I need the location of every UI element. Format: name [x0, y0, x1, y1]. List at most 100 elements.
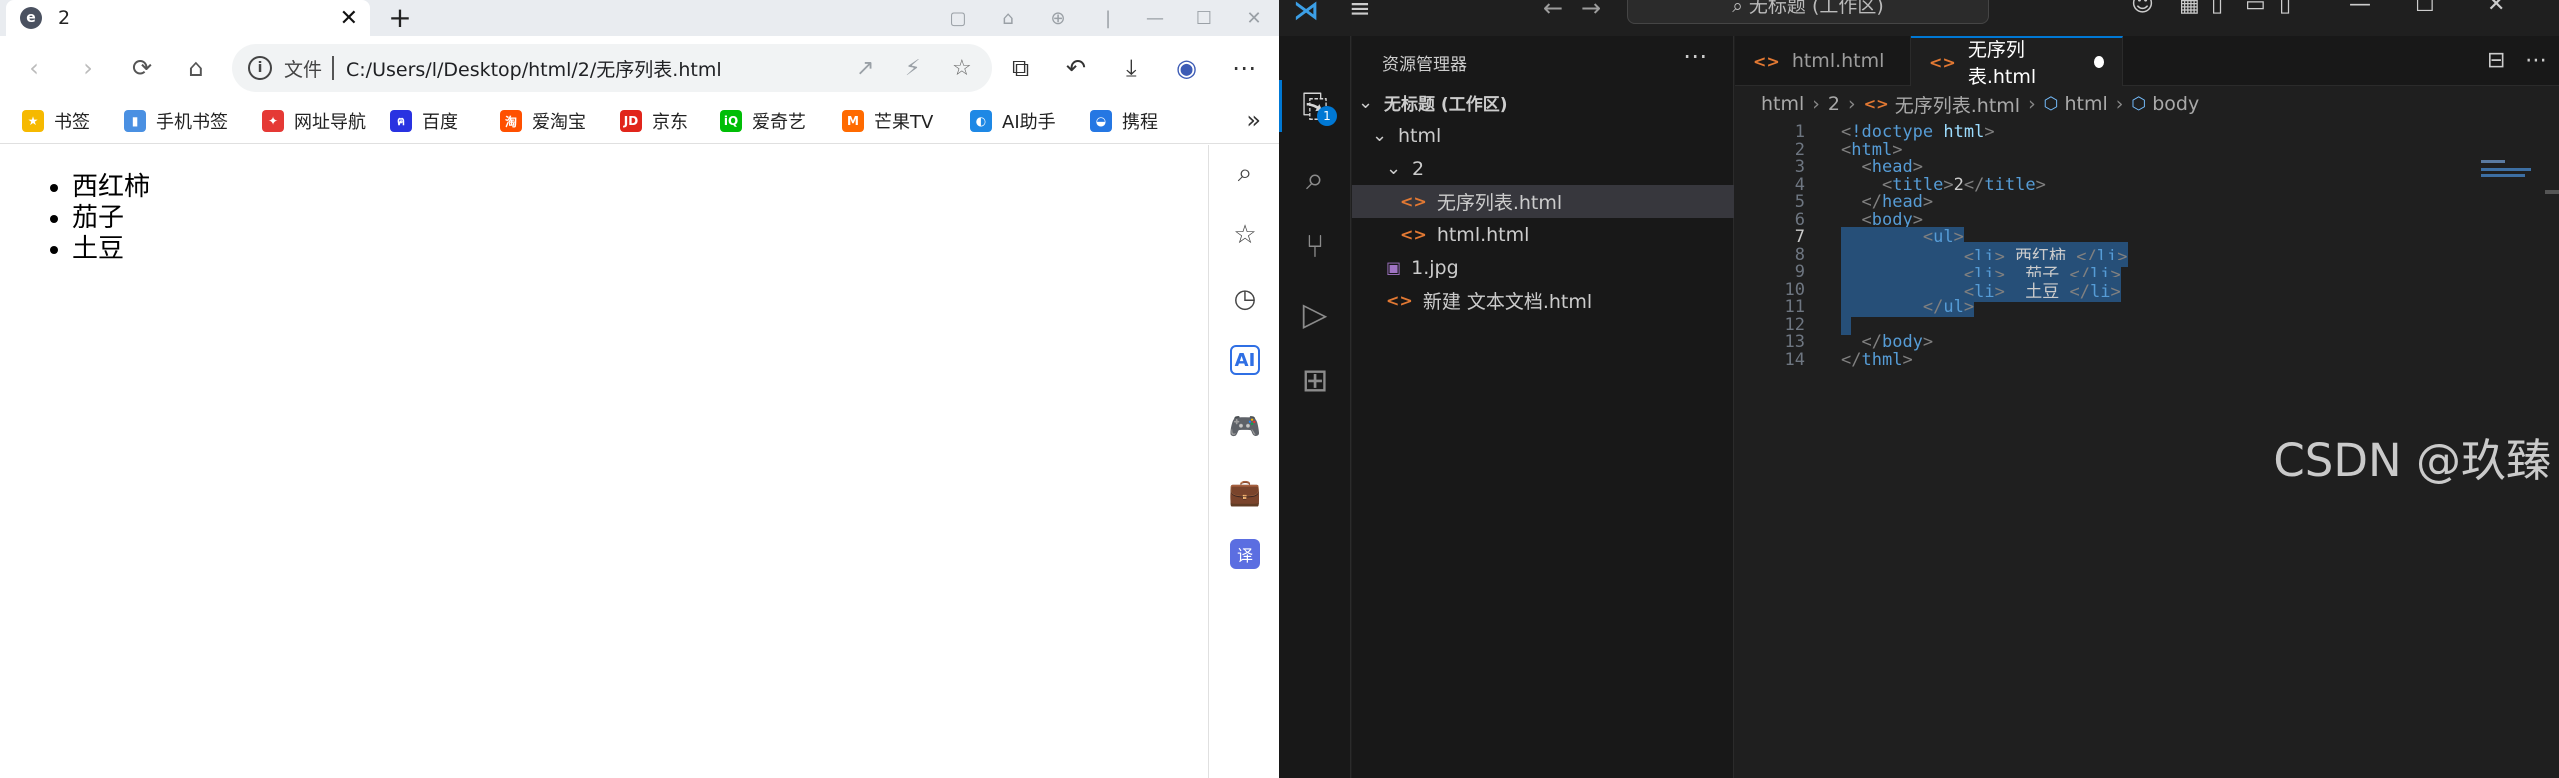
- extensions-icon[interactable]: ⊞: [1293, 358, 1337, 402]
- avatar[interactable]: ◉: [1176, 54, 1197, 82]
- tab-close-icon[interactable]: ✕: [340, 6, 358, 31]
- url-text[interactable]: C:/Users/l/Desktop/html/2/无序列表.html: [346, 55, 722, 82]
- close-window-button[interactable]: ✕: [1234, 0, 1274, 36]
- tree-item[interactable]: ⌄ 2: [1352, 152, 1734, 185]
- editor-more-icon[interactable]: ⋯: [2525, 48, 2547, 73]
- minimize-button[interactable]: —: [2349, 0, 2371, 17]
- list-item: 茄子: [72, 202, 150, 233]
- copilot-icon[interactable]: ☺: [2131, 0, 2154, 17]
- extensions-icon[interactable]: ⧉: [1012, 54, 1029, 82]
- tree-item[interactable]: <> 无序列表.html: [1352, 185, 1734, 218]
- breadcrumb-item[interactable]: 无序列表.html: [1895, 91, 2020, 118]
- share-icon[interactable]: ↗: [856, 56, 874, 81]
- tab-html-html[interactable]: <> html.html: [1735, 36, 1911, 86]
- breadcrumb-item[interactable]: html: [1761, 93, 1804, 115]
- bookmark-item[interactable]: 淘爱淘宝: [500, 108, 586, 134]
- extension-icon[interactable]: ⊕: [1038, 0, 1078, 36]
- bookmark-icon: ▮: [124, 110, 146, 132]
- nav-back-icon[interactable]: ←: [1543, 0, 1563, 22]
- undo-icon[interactable]: ↶: [1066, 54, 1086, 82]
- divider: |: [1104, 7, 1112, 29]
- back-button[interactable]: ‹: [16, 50, 52, 86]
- tree-item[interactable]: ⌄ html: [1352, 119, 1734, 152]
- home-button[interactable]: ⌂: [178, 50, 214, 86]
- bookmark-label: 携程: [1122, 112, 1158, 133]
- ai-icon[interactable]: AI: [1230, 345, 1260, 375]
- source-control-icon[interactable]: ⑂: [1293, 224, 1337, 268]
- tree-item[interactable]: <> html.html: [1352, 218, 1734, 251]
- browser-toolbar: ‹ › ⟳ ⌂ i 文件 C:/Users/l/Desktop/html/2/无…: [0, 36, 1279, 100]
- info-icon[interactable]: i: [248, 56, 272, 80]
- active-indicator: [1279, 80, 1282, 132]
- bookmark-item[interactable]: ★ 书签: [22, 108, 90, 134]
- command-center-search[interactable]: ⌕ 无标题 (工作区): [1627, 0, 1989, 24]
- code-text: </thml>: [1841, 349, 1913, 370]
- minimize-button[interactable]: —: [1135, 0, 1175, 36]
- search-icon[interactable]: ⌕: [1227, 155, 1263, 191]
- breadcrumb-item[interactable]: html: [2065, 93, 2108, 115]
- game-icon[interactable]: 🎮: [1227, 409, 1263, 445]
- address-bar[interactable]: i 文件 C:/Users/l/Desktop/html/2/无序列表.html…: [232, 44, 992, 92]
- maximize-button[interactable]: ☐: [2415, 0, 2435, 17]
- minimap[interactable]: [2481, 156, 2541, 186]
- translate-icon[interactable]: 译: [1230, 539, 1260, 569]
- forward-button[interactable]: ›: [70, 50, 106, 86]
- bookmark-item[interactable]: M 芒果TV: [842, 108, 933, 134]
- layout-icon[interactable]: ▦: [2179, 0, 2200, 17]
- vscode-logo-icon: ⋊: [1293, 0, 1319, 26]
- maximize-button[interactable]: ☐: [1184, 0, 1224, 36]
- unordered-list: 西红柿 茄子 土豆: [72, 171, 150, 264]
- browser-tab[interactable]: e 2 ✕: [6, 0, 370, 36]
- bookmarks-more-icon[interactable]: »: [1246, 106, 1261, 134]
- bookmark-label: 网址导航: [294, 112, 366, 133]
- page-content: 西红柿 茄子 土豆: [0, 145, 1208, 778]
- tab-label: 无序列表.html: [1967, 39, 2037, 88]
- toggle-panel-icon[interactable]: ▭: [2245, 0, 2266, 17]
- download-icon[interactable]: ⤓: [1126, 54, 1137, 82]
- browser-window: e 2 ✕ + ▢ ⌂ ⊕ | — ☐ ✕ ‹ › ⟳ ⌂ i 文件 C:/Us…: [0, 0, 1279, 778]
- new-tab-button[interactable]: +: [383, 0, 417, 34]
- toggle-sidebar-icon[interactable]: ▯: [2211, 0, 2223, 17]
- tree-item[interactable]: <> 新建 文本文档.html: [1352, 284, 1734, 317]
- bookmark-item[interactable]: iQ 爱奇艺: [720, 108, 806, 134]
- tab-unordered-list-html[interactable]: <> 无序列表.html: [1911, 36, 2123, 88]
- bookmark-item[interactable]: ✦ 网址导航: [262, 108, 366, 134]
- chevron-right-icon: ›: [1812, 93, 1820, 115]
- bookmark-icon: ฅ: [390, 110, 412, 132]
- bookmark-label: 手机书签: [156, 112, 228, 133]
- bookmark-icon: ◒: [1090, 110, 1112, 132]
- breadcrumb-item[interactable]: 2: [1828, 93, 1840, 115]
- search-icon[interactable]: ⌕: [1293, 156, 1337, 200]
- reload-button[interactable]: ⟳: [124, 50, 160, 86]
- tab-groups-icon[interactable]: ▢: [938, 0, 978, 36]
- close-window-button[interactable]: ✕: [2487, 0, 2505, 17]
- nav-forward-icon[interactable]: →: [1581, 0, 1601, 22]
- menu-icon[interactable]: ≡: [1349, 0, 1371, 24]
- bookmark-item[interactable]: JD 京东: [620, 108, 688, 134]
- tree-item-label: html.html: [1436, 223, 1530, 246]
- element-cube-icon: ⬡: [2043, 94, 2059, 114]
- more-menu-icon[interactable]: ⋯: [1232, 54, 1256, 82]
- favorites-icon[interactable]: ☆: [1227, 217, 1263, 253]
- incognito-icon[interactable]: ⌂: [988, 0, 1028, 36]
- bookmark-item[interactable]: ◐ AI助手: [970, 108, 1056, 134]
- bookmark-icon: JD: [620, 110, 642, 132]
- bookmark-item[interactable]: ◒ 携程: [1090, 108, 1158, 134]
- page-favicon-icon: e: [20, 7, 42, 29]
- chevron-down-icon: ⌄: [1358, 92, 1374, 113]
- bookmark-item[interactable]: ฅ 百度: [390, 108, 458, 134]
- unsaved-dot-icon[interactable]: [2093, 56, 2104, 68]
- favorite-star-icon[interactable]: ☆: [952, 56, 972, 81]
- speed-icon[interactable]: ⚡: [905, 56, 920, 81]
- tree-item[interactable]: ▣ 1.jpg: [1352, 251, 1734, 284]
- watermark: CSDN @玖臻: [2273, 434, 2551, 487]
- toggle-secondary-sidebar-icon[interactable]: ▯: [2279, 0, 2291, 17]
- history-icon[interactable]: ◷: [1227, 281, 1263, 317]
- split-editor-icon[interactable]: ⊟: [2487, 48, 2505, 73]
- run-debug-icon[interactable]: ▷: [1293, 292, 1337, 336]
- bookmark-item[interactable]: ▮ 手机书签: [124, 108, 228, 134]
- breadcrumb-item[interactable]: body: [2152, 93, 2199, 115]
- workspace-root[interactable]: ⌄ 无标题 (工作区): [1352, 86, 1734, 119]
- toolbox-icon[interactable]: 💼: [1227, 475, 1263, 511]
- explorer-more-icon[interactable]: ⋯: [1683, 42, 1707, 70]
